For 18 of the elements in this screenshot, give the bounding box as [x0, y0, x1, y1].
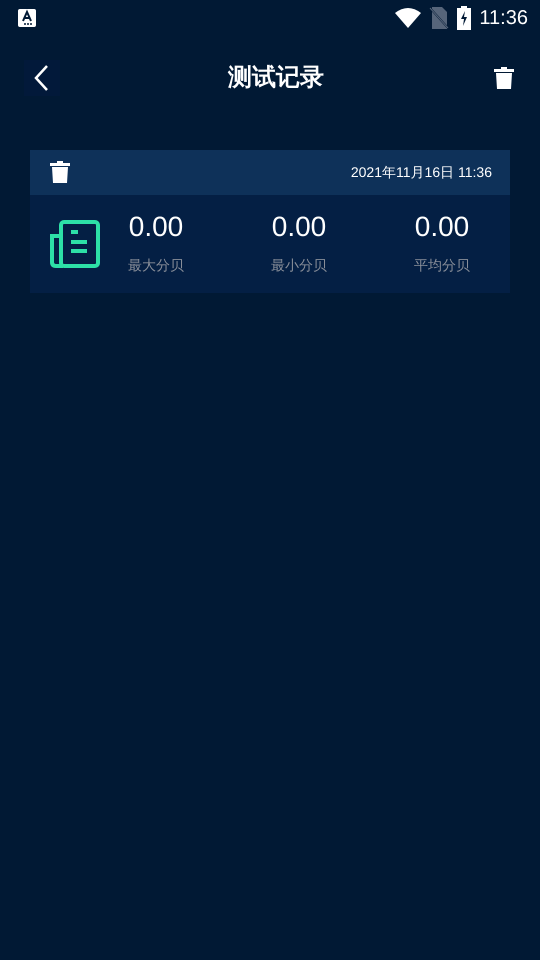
keyboard-status-icon — [18, 9, 36, 27]
delete-all-button[interactable] — [492, 66, 516, 90]
back-icon — [34, 64, 50, 92]
newspaper-icon — [48, 220, 100, 268]
page-title: 测试记录 — [226, 63, 325, 93]
record-date: 2021年11月16日 11:36 — [350, 163, 492, 182]
stat-label: 最小分贝 — [271, 256, 327, 274]
wifi-icon — [395, 8, 422, 28]
stat-value: 0.00 — [128, 212, 184, 240]
delete-button[interactable] — [48, 160, 72, 184]
stat-label: 最大分贝 — [128, 256, 184, 274]
stat-value: 0.00 — [271, 212, 327, 240]
no-sim-icon — [429, 7, 450, 29]
battery-charging-icon — [457, 6, 472, 30]
back-button[interactable] — [24, 60, 60, 96]
stat-value: 0.00 — [414, 212, 470, 240]
stat-label: 平均分贝 — [414, 256, 470, 274]
status-time: 11:36 — [479, 6, 528, 31]
